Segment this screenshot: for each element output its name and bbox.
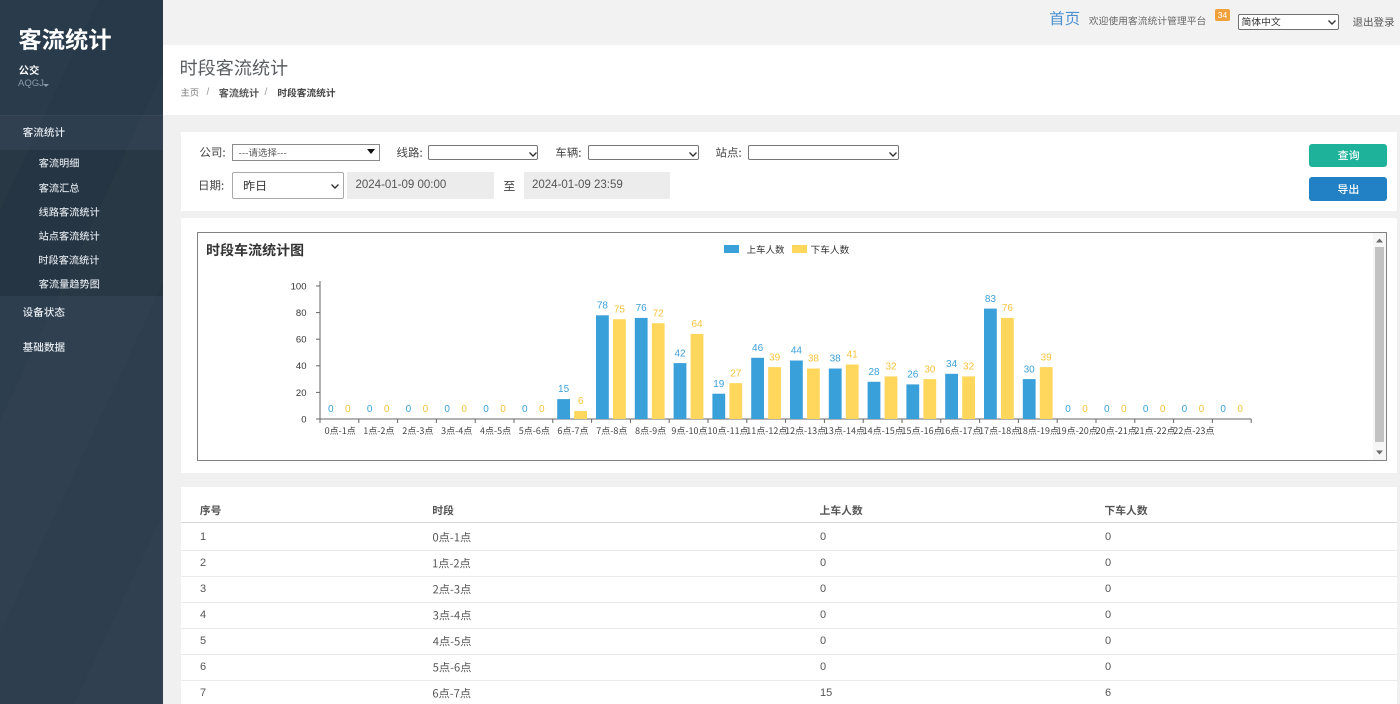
svg-text:39: 39: [1040, 352, 1052, 363]
svg-text:100: 100: [290, 281, 306, 292]
svg-text:6: 6: [577, 396, 583, 407]
svg-text:0: 0: [1181, 404, 1187, 415]
svg-text:0: 0: [328, 404, 334, 415]
svg-text:30: 30: [1023, 364, 1035, 375]
svg-text:44: 44: [790, 346, 802, 357]
svg-text:0: 0: [1198, 404, 1204, 415]
svg-text:19: 19: [713, 379, 725, 390]
svg-text:40: 40: [295, 361, 306, 372]
svg-text:72: 72: [652, 308, 664, 319]
svg-text:80: 80: [295, 308, 306, 319]
svg-text:0: 0: [1159, 404, 1165, 415]
svg-text:32: 32: [885, 362, 897, 373]
svg-text:64: 64: [691, 319, 703, 330]
svg-text:26: 26: [907, 370, 919, 381]
svg-text:60: 60: [295, 335, 306, 346]
svg-text:38: 38: [807, 354, 819, 365]
svg-text:0: 0: [1220, 404, 1226, 415]
svg-text:83: 83: [984, 294, 996, 305]
svg-text:0: 0: [522, 404, 528, 415]
svg-text:76: 76: [635, 303, 647, 314]
svg-text:0: 0: [483, 404, 489, 415]
svg-text:39: 39: [769, 352, 781, 363]
svg-text:0: 0: [405, 404, 411, 415]
svg-text:0: 0: [301, 414, 306, 425]
svg-text:42: 42: [674, 348, 686, 359]
svg-text:0: 0: [383, 404, 389, 415]
svg-text:0: 0: [500, 404, 506, 415]
svg-text:0: 0: [1142, 404, 1148, 415]
svg-text:27: 27: [730, 368, 742, 379]
svg-text:38: 38: [829, 354, 841, 365]
svg-text:15: 15: [558, 384, 570, 395]
svg-text:46: 46: [752, 343, 764, 354]
svg-text:0: 0: [1121, 404, 1127, 415]
svg-text:0: 0: [422, 404, 428, 415]
svg-text:0: 0: [444, 404, 450, 415]
svg-text:20: 20: [295, 388, 306, 399]
svg-text:34: 34: [946, 359, 958, 370]
svg-text:32: 32: [963, 362, 975, 373]
svg-text:0: 0: [1065, 404, 1071, 415]
svg-text:0: 0: [1104, 404, 1110, 415]
svg-text:0: 0: [1082, 404, 1088, 415]
svg-text:41: 41: [846, 350, 858, 361]
svg-text:0: 0: [539, 404, 545, 415]
svg-text:30: 30: [924, 364, 936, 375]
svg-text:75: 75: [613, 305, 625, 316]
svg-text:0: 0: [1237, 404, 1243, 415]
svg-text:78: 78: [596, 301, 608, 312]
svg-text:0: 0: [461, 404, 467, 415]
svg-text:76: 76: [1001, 303, 1013, 314]
svg-text:0: 0: [345, 404, 351, 415]
svg-text:28: 28: [868, 367, 880, 378]
svg-text:0: 0: [366, 404, 372, 415]
